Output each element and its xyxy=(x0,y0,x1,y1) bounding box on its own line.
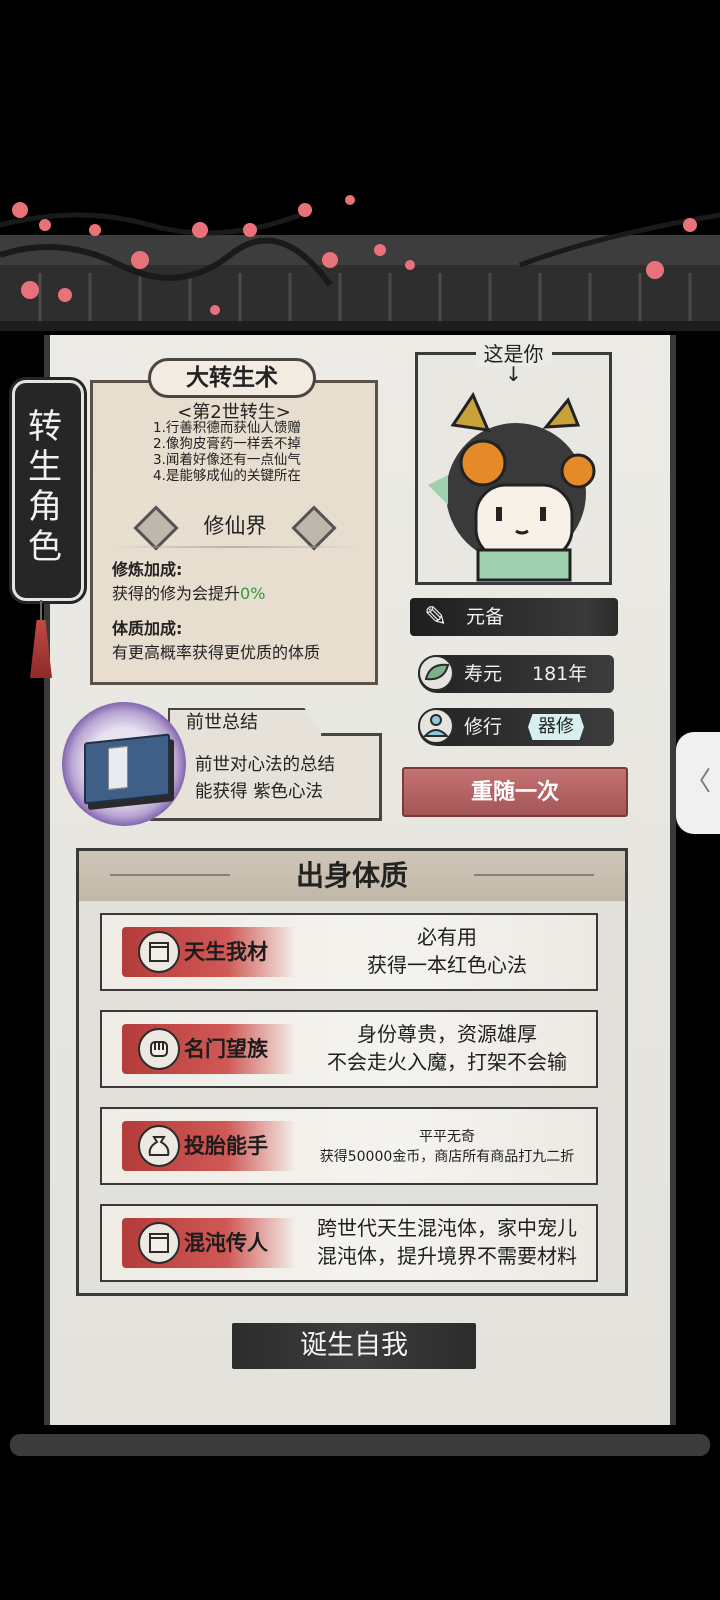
cultivation-row: 修行 器修 xyxy=(418,708,614,746)
trait-desc-line: 跨世代天生混沌体，家中宠儿 xyxy=(317,1216,577,1240)
leaf-icon xyxy=(418,655,454,691)
rebirth-title: 大转生术 xyxy=(148,358,316,398)
cultivation-bonus-text: 获得的修为会提升 xyxy=(112,584,241,603)
constitution-bonus-text: 有更高概率获得更优质的体质 xyxy=(112,643,321,662)
trait-badge: 名门望族 xyxy=(122,1024,296,1074)
cultivation-label: 修行 xyxy=(464,716,503,738)
trait-card[interactable]: 混沌传人 跨世代天生混沌体，家中宠儿 混沌体，提升境界不需要材料 xyxy=(100,1204,598,1282)
meditation-icon xyxy=(418,708,454,744)
scroll-bottom-rod xyxy=(10,1434,710,1456)
rule-line: 4.是能够成仙的关键所在 xyxy=(153,468,301,484)
character-name: 元备 xyxy=(466,606,505,628)
character-name-field[interactable]: ✎ 元备 xyxy=(410,598,618,636)
scroll-icon xyxy=(138,931,180,973)
trait-desc-line: 获得一本红色心法 xyxy=(367,953,527,977)
side-tab-rebirth-character[interactable]: 转生角色 xyxy=(12,380,84,601)
trait-badge: 混沌传人 xyxy=(122,1218,296,1268)
side-tab-label: 转生角色 xyxy=(28,407,62,567)
fist-icon xyxy=(138,1028,180,1070)
trait-description: 必有用 获得一本红色心法 xyxy=(298,923,596,979)
constitution-bonus: 体质加成: 有更高概率获得更优质的体质 xyxy=(112,615,320,663)
scroll-icon xyxy=(138,1222,180,1264)
divider xyxy=(110,546,360,548)
previous-life-tab: 前世总结 xyxy=(168,708,323,736)
cultivation-bonus: 修炼加成: 获得的修为会提升0% xyxy=(112,556,265,604)
trait-card[interactable]: 名门望族 身份尊贵，资源雄厚 不会走火入魔，打架不会输 xyxy=(100,1010,598,1088)
cultivation-type-badge: 器修 xyxy=(528,714,584,740)
previous-life-line2: 能获得 紫色心法 xyxy=(195,782,324,802)
trait-card[interactable]: 投胎能手 平平无奇 获得50000金币，商店所有商品打九二折 xyxy=(100,1107,598,1185)
constitution-bonus-label: 体质加成: xyxy=(112,619,183,638)
money-bag-icon xyxy=(138,1125,180,1167)
trait-name: 投胎能手 xyxy=(184,1134,268,1158)
cultivation-bonus-line: 获得的修为会提升0% xyxy=(112,580,265,604)
trait-description: 跨世代天生混沌体，家中宠儿 混沌体，提升境界不需要材料 xyxy=(298,1214,596,1270)
trait-desc-line: 平平无奇 xyxy=(419,1129,475,1145)
be-born-button[interactable]: 诞生自我 xyxy=(232,1323,476,1369)
cultivation-bonus-label: 修炼加成: xyxy=(112,560,183,579)
lifespan-value: 181年 xyxy=(532,663,588,685)
character-avatar-icon xyxy=(428,391,596,582)
trait-description: 身份尊贵，资源雄厚 不会走火入魔，打架不会输 xyxy=(298,1020,596,1076)
trait-name: 名门望族 xyxy=(184,1037,268,1061)
trait-badge: 投胎能手 xyxy=(122,1121,296,1171)
trait-name: 天生我材 xyxy=(184,940,268,964)
book-icon xyxy=(84,733,170,805)
cultivation-bonus-value: 0% xyxy=(240,584,266,603)
trait-desc-line: 身份尊贵，资源雄厚 xyxy=(357,1022,537,1046)
rule-line: 3.闻着好像还有一点仙气 xyxy=(153,452,301,468)
trait-name: 混沌传人 xyxy=(184,1231,268,1255)
lifespan-row: 寿元 181年 xyxy=(418,655,614,693)
trait-desc-line: 获得50000金币，商店所有商品打九二折 xyxy=(319,1149,575,1165)
arrow-down-icon: ↓ xyxy=(505,362,522,386)
trait-badge: 天生我材 xyxy=(122,927,296,977)
lifespan-label: 寿元 xyxy=(464,663,503,685)
previous-life-text: 前世对心法的总结 能获得 紫色心法 xyxy=(195,752,335,806)
rule-line: 1.行善积德而获仙人馈赠 xyxy=(153,420,301,436)
previous-life-line1: 前世对心法的总结 xyxy=(195,755,335,775)
trait-desc-line: 不会走火入魔，打架不会输 xyxy=(327,1050,567,1074)
origin-title: 出身体质 xyxy=(295,859,408,892)
edit-icon[interactable]: ✎ xyxy=(424,598,447,636)
trait-description: 平平无奇 获得50000金币，商店所有商品打九二折 xyxy=(298,1127,596,1167)
side-drawer-handle[interactable]: 〈 xyxy=(676,732,720,834)
trait-card[interactable]: 天生我材 必有用 获得一本红色心法 xyxy=(100,913,598,991)
rule-line: 2.像狗皮膏药一样丢不掉 xyxy=(153,436,301,452)
roof-decoration xyxy=(0,195,720,331)
realm-row: 修仙界 xyxy=(130,505,340,551)
character-portrait[interactable] xyxy=(415,352,612,585)
trait-desc-line: 混沌体，提升境界不需要材料 xyxy=(317,1244,577,1268)
reroll-button[interactable]: 重随一次 xyxy=(402,767,628,817)
rebirth-rules: 1.行善积德而获仙人馈赠 2.像狗皮膏药一样丢不掉 3.闻着好像还有一点仙气 4… xyxy=(153,420,301,484)
trait-desc-line: 必有用 xyxy=(417,925,477,949)
realm-label: 修仙界 xyxy=(203,514,267,538)
